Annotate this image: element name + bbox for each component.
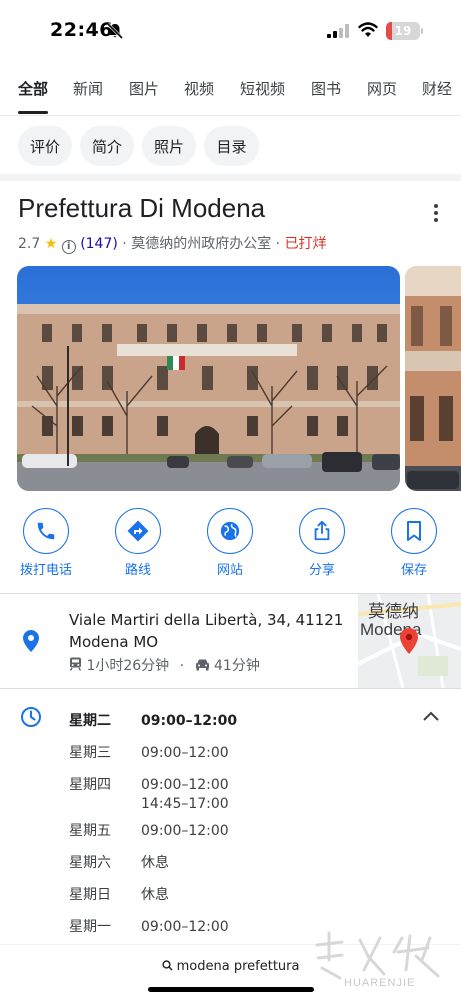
save-circle[interactable] xyxy=(391,508,437,554)
chevron-up-icon[interactable] xyxy=(422,710,440,722)
hours-day: 星期六 xyxy=(69,855,111,871)
bookmark-icon xyxy=(407,521,421,541)
train-icon xyxy=(69,657,82,671)
tab-videos[interactable]: 视频 xyxy=(184,78,214,99)
battery-tip xyxy=(421,28,423,34)
directions-label: 路线 xyxy=(124,563,151,578)
location-pin-icon xyxy=(23,630,39,652)
wifi-icon xyxy=(358,22,378,37)
map-thumbnail[interactable]: 莫德纳 Modena xyxy=(358,594,461,688)
hours-time: 09:00–12:00 xyxy=(141,713,238,729)
address-line-2[interactable]: Modena MO xyxy=(69,633,158,651)
travel-times: 1小时26分钟 · 41分钟 xyxy=(69,655,260,675)
info-icon[interactable]: i xyxy=(61,240,76,254)
map-marker-icon xyxy=(400,628,418,654)
hours-day: 星期二 xyxy=(69,713,111,729)
hours-row: 星期三 09:00–12:00 xyxy=(69,742,229,762)
hours-row: 星期六 休息 xyxy=(69,852,169,872)
share-label: 分享 xyxy=(308,563,335,578)
travel-separator: · xyxy=(179,658,185,674)
meta-separator: · xyxy=(122,236,127,252)
search-icon xyxy=(161,960,173,971)
hours-row: 星期日 休息 xyxy=(69,884,169,904)
share-circle[interactable] xyxy=(299,508,345,554)
home-indicator xyxy=(148,987,314,992)
hours-time: 09:00–12:00 xyxy=(141,919,229,935)
place-category: 莫德纳的州政府办公室 xyxy=(131,236,272,252)
tab-web[interactable]: 网页 xyxy=(367,78,397,99)
tab-news[interactable]: 新闻 xyxy=(73,78,103,99)
tab-short-videos[interactable]: 短视频 xyxy=(240,78,285,99)
review-count-link[interactable]: (147) xyxy=(80,236,118,252)
building-photo-2[interactable] xyxy=(405,266,461,491)
active-tab-indicator xyxy=(18,111,48,114)
more-vert-icon[interactable] xyxy=(430,203,442,223)
clock-icon xyxy=(21,707,41,727)
meta-separator: · xyxy=(275,236,281,252)
hours-time: 09:00–12:00 xyxy=(141,777,229,793)
star-icon: ★ xyxy=(44,236,58,252)
chip-about[interactable]: 简介 xyxy=(80,126,134,166)
status-time: 22:46 xyxy=(50,19,113,41)
website-label: 网站 xyxy=(216,563,243,578)
divider xyxy=(0,688,461,689)
hours-time-extra: 14:45–17:00 xyxy=(141,796,229,812)
tab-all[interactable]: 全部 xyxy=(18,78,48,99)
website-circle[interactable] xyxy=(207,508,253,554)
hours-row: 星期一 09:00–12:00 xyxy=(69,916,229,936)
hours-day: 星期三 xyxy=(69,745,111,761)
hours-row: 星期五 09:00–12:00 xyxy=(69,820,229,840)
call-label: 拨打电话 xyxy=(19,563,72,578)
drive-time: 41分钟 xyxy=(214,658,260,674)
car-icon xyxy=(195,659,209,671)
chip-directory[interactable]: 目录 xyxy=(204,126,259,166)
place-title: Prefettura Di Modena xyxy=(18,193,266,223)
hours-day: 星期日 xyxy=(69,887,111,903)
building-photo[interactable] xyxy=(17,266,400,491)
hours-day: 星期一 xyxy=(69,919,111,935)
bell-off-icon xyxy=(106,22,124,40)
rating-value: 2.7 xyxy=(18,236,41,252)
chip-reviews[interactable]: 评价 xyxy=(18,126,72,166)
chip-photos[interactable]: 照片 xyxy=(142,126,196,166)
tab-finance[interactable]: 财经 xyxy=(422,78,452,99)
tab-books[interactable]: 图书 xyxy=(311,78,341,99)
place-meta: 2.7 ★ i (147) · 莫德纳的州政府办公室 · 已打烊 xyxy=(18,233,327,254)
hours-time: 09:00–12:00 xyxy=(141,823,229,839)
watermark-text: HUARENJIE xyxy=(344,977,416,989)
status-bar: 22:46 19 xyxy=(0,0,461,62)
cellular-signal-icon xyxy=(327,24,349,38)
directions-circle[interactable] xyxy=(115,508,161,554)
hours-time: 休息 xyxy=(141,887,169,903)
hours-row-today: 星期二 09:00–12:00 xyxy=(69,710,237,730)
map-label-zh: 莫德纳 xyxy=(368,602,419,621)
hours-time: 09:00–12:00 xyxy=(141,745,229,761)
save-button[interactable]: 保存 xyxy=(379,508,449,578)
directions-button[interactable]: 路线 xyxy=(103,508,173,578)
query-text: modena prefettura xyxy=(176,959,300,974)
directions-icon xyxy=(127,520,149,542)
call-button[interactable]: 拨打电话 xyxy=(11,508,81,578)
open-status: 已打烊 xyxy=(284,236,327,252)
tab-images[interactable]: 图片 xyxy=(129,78,159,99)
globe-icon xyxy=(220,521,240,541)
battery-level: 19 xyxy=(394,24,412,38)
transit-time: 1小时26分钟 xyxy=(86,658,170,674)
phone-icon xyxy=(37,522,55,540)
hours-day: 星期四 xyxy=(69,777,111,793)
save-label: 保存 xyxy=(400,563,427,578)
battery-indicator: 19 xyxy=(386,22,420,40)
share-icon xyxy=(314,520,330,541)
share-button[interactable]: 分享 xyxy=(287,508,357,578)
section-divider xyxy=(0,174,461,181)
hours-row: 星期四 09:00–12:00 xyxy=(69,774,229,794)
hours-time: 休息 xyxy=(141,855,169,871)
hours-day: 星期五 xyxy=(69,823,111,839)
call-circle[interactable] xyxy=(23,508,69,554)
website-button[interactable]: 网站 xyxy=(195,508,265,578)
address-line-1[interactable]: Viale Martiri della Libertà, 34, 41121 xyxy=(69,611,343,629)
category-tabs: 全部 新闻 图片 视频 短视频 图书 网页 财经 xyxy=(0,70,461,116)
